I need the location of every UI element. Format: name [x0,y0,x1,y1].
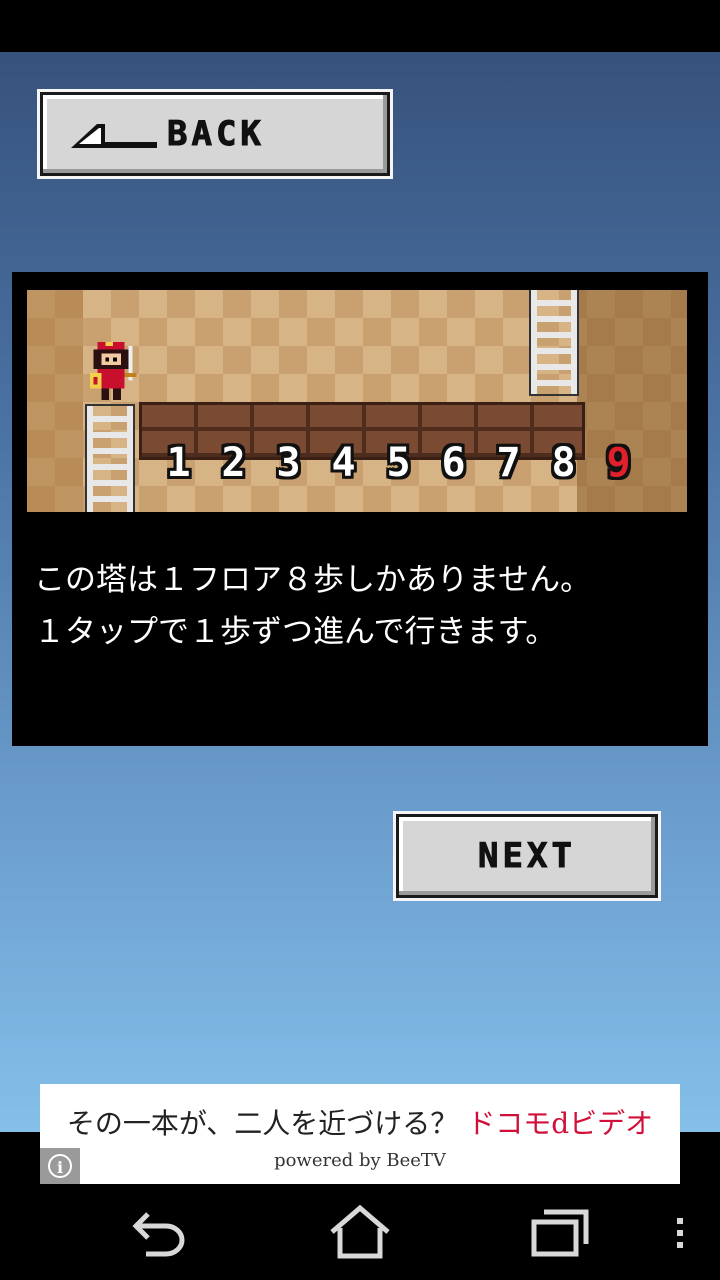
goal-step-number: 9 [606,440,631,486]
info-glyph: i [48,1154,72,1178]
tower-wall-left [27,290,83,512]
step-number: 8 [551,440,576,486]
next-button-label: NEXT [478,836,576,877]
step-number: 4 [331,440,356,486]
step-number: 2 [221,440,246,486]
tutorial-panel: 1 2 3 4 5 6 7 8 9 この塔は１フロア８歩しかありません。 １タッ… [12,272,708,746]
step-number: 7 [496,440,521,486]
navigation-bar [0,1184,720,1280]
step-numbers: 1 2 3 4 5 6 7 8 9 [151,440,671,490]
game-screen: BACK 1 2 3 4 5 6 7 8 9 この塔は１フロア８歩しかありません… [0,52,720,1132]
home-icon[interactable] [328,1204,392,1260]
ad-info-icon[interactable]: i [40,1148,80,1184]
ad-banner[interactable]: その一本が、二人を近づける？ ドコモdビデオ powered by BeeTV … [40,1084,680,1184]
tutorial-scene: 1 2 3 4 5 6 7 8 9 [27,290,687,512]
back-arrow-icon [71,124,157,148]
step-number: 1 [166,440,191,486]
ladder-down [85,404,135,512]
recent-apps-icon[interactable] [530,1204,590,1260]
ad-tagline: その一本が、二人を近づける？ [66,1107,459,1140]
tutorial-description: この塔は１フロア８歩しかありません。 １タップで１歩ずつ進んで行きます。 [34,554,694,658]
back-icon[interactable] [130,1204,190,1260]
back-button[interactable]: BACK [37,89,393,179]
ad-brand: ドコモdビデオ [467,1107,654,1140]
hero-character-icon [89,342,137,400]
ad-powered-by: powered by BeeTV [274,1150,446,1171]
next-button[interactable]: NEXT [393,811,661,901]
description-line-2: １タップで１歩ずつ進んで行きます。 [34,614,557,650]
step-number: 6 [441,440,466,486]
ladder-up [529,290,579,396]
ad-headline: その一本が、二人を近づける？ ドコモdビデオ [40,1102,680,1142]
step-number: 5 [386,440,411,486]
description-line-1: この塔は１フロア８歩しかありません。 [34,562,592,598]
menu-icon[interactable] [672,1216,688,1250]
status-bar [0,0,720,52]
back-button-label: BACK [167,114,265,155]
step-number: 3 [276,440,301,486]
